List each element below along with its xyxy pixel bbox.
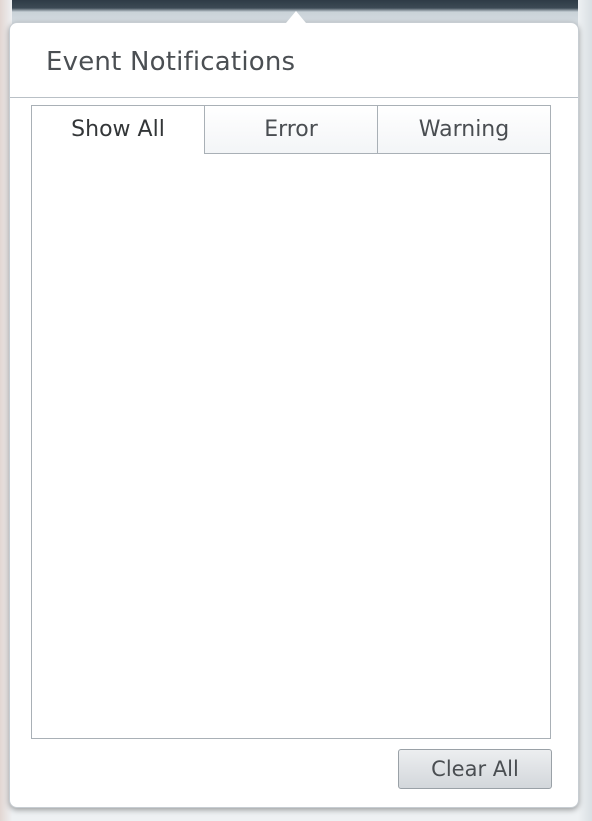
notifications-panel: Show All Error Warning <box>31 105 551 739</box>
background-right-edge <box>578 0 592 821</box>
tab-warning[interactable]: Warning <box>377 106 550 154</box>
event-notifications-popup: Event Notifications Show All Error Warni… <box>9 22 579 808</box>
tab-error[interactable]: Error <box>204 106 377 154</box>
tab-show-all[interactable]: Show All <box>32 106 204 154</box>
clear-all-button[interactable]: Clear All <box>398 749 552 789</box>
popup-title: Event Notifications <box>46 47 296 77</box>
filter-tabs: Show All Error Warning <box>32 106 550 154</box>
notifications-list[interactable] <box>32 154 550 738</box>
popup-pointer-arrow <box>286 11 306 23</box>
popup-header: Event Notifications <box>10 23 578 98</box>
